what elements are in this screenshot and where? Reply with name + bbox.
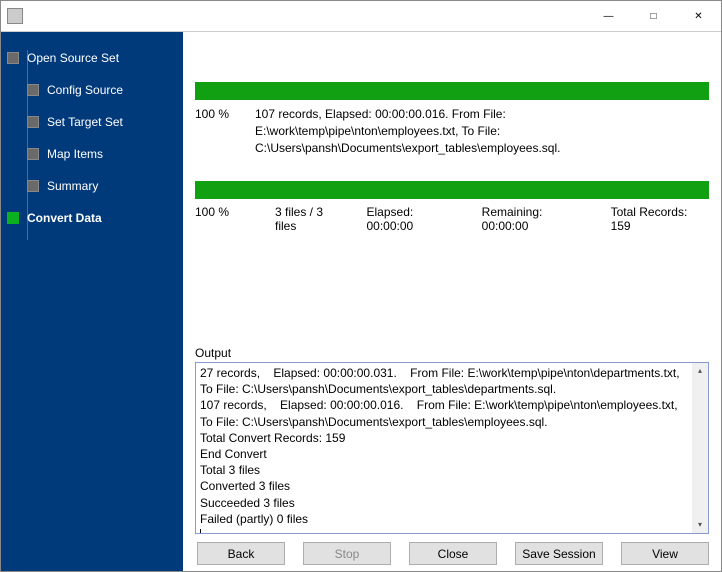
sidebar-item-label: Open Source Set <box>27 51 119 65</box>
sidebar-item-label: Summary <box>47 179 98 193</box>
file-progress-percent: 100 % <box>195 106 255 123</box>
maximize-button[interactable]: □ <box>631 1 676 31</box>
sidebar-item-label: Config Source <box>47 83 123 97</box>
node-icon <box>27 116 39 128</box>
stop-button[interactable]: Stop <box>303 542 391 565</box>
text-cursor <box>200 529 201 534</box>
view-button[interactable]: View <box>621 542 709 565</box>
sidebar-item-convert-data[interactable]: Convert Data <box>7 202 177 234</box>
overall-files: 3 files / 3 files <box>275 205 347 233</box>
overall-remaining: Remaining: 00:00:00 <box>482 205 591 233</box>
node-icon <box>27 180 39 192</box>
overall-progress-percent: 100 % <box>195 205 255 219</box>
overall-total-records: Total Records: 159 <box>611 205 709 233</box>
sidebar-item-label: Map Items <box>47 147 103 161</box>
overall-progress-bar <box>195 181 709 199</box>
sidebar-item-config-source[interactable]: Config Source <box>7 74 177 106</box>
app-icon <box>7 8 23 24</box>
overall-elapsed: Elapsed: 00:00:00 <box>367 205 462 233</box>
content-panel: 100 % 107 records, Elapsed: 00:00:00.016… <box>183 32 721 571</box>
file-progress-detail: 107 records, Elapsed: 00:00:00.016. From… <box>255 106 709 156</box>
sidebar-item-label: Set Target Set <box>47 115 123 129</box>
output-text: 27 records, Elapsed: 00:00:00.031. From … <box>200 366 693 526</box>
titlebar: — □ ✕ <box>1 1 721 31</box>
sidebar: Open Source Set Config Source Set Target… <box>1 32 183 571</box>
back-button[interactable]: Back <box>197 542 285 565</box>
sidebar-item-open-source-set[interactable]: Open Source Set <box>7 42 177 74</box>
save-session-button[interactable]: Save Session <box>515 542 603 565</box>
close-window-button[interactable]: ✕ <box>676 1 721 31</box>
minimize-button[interactable]: — <box>586 1 631 31</box>
close-button[interactable]: Close <box>409 542 497 565</box>
sidebar-item-map-items[interactable]: Map Items <box>7 138 177 170</box>
sidebar-item-label: Convert Data <box>27 211 102 225</box>
node-icon <box>7 212 19 224</box>
scroll-up-icon[interactable]: ▴ <box>692 363 708 379</box>
sidebar-item-set-target-set[interactable]: Set Target Set <box>7 106 177 138</box>
node-icon <box>27 84 39 96</box>
output-textarea[interactable]: 27 records, Elapsed: 00:00:00.031. From … <box>195 362 709 534</box>
output-label: Output <box>195 346 709 360</box>
window-controls: — □ ✕ <box>586 1 721 31</box>
output-scrollbar[interactable] <box>692 363 708 533</box>
scroll-down-icon[interactable]: ▾ <box>692 517 708 533</box>
button-bar: Back Stop Close Save Session View <box>195 542 709 565</box>
node-icon <box>7 52 19 64</box>
file-progress-bar <box>195 82 709 100</box>
node-icon <box>27 148 39 160</box>
sidebar-item-summary[interactable]: Summary <box>7 170 177 202</box>
